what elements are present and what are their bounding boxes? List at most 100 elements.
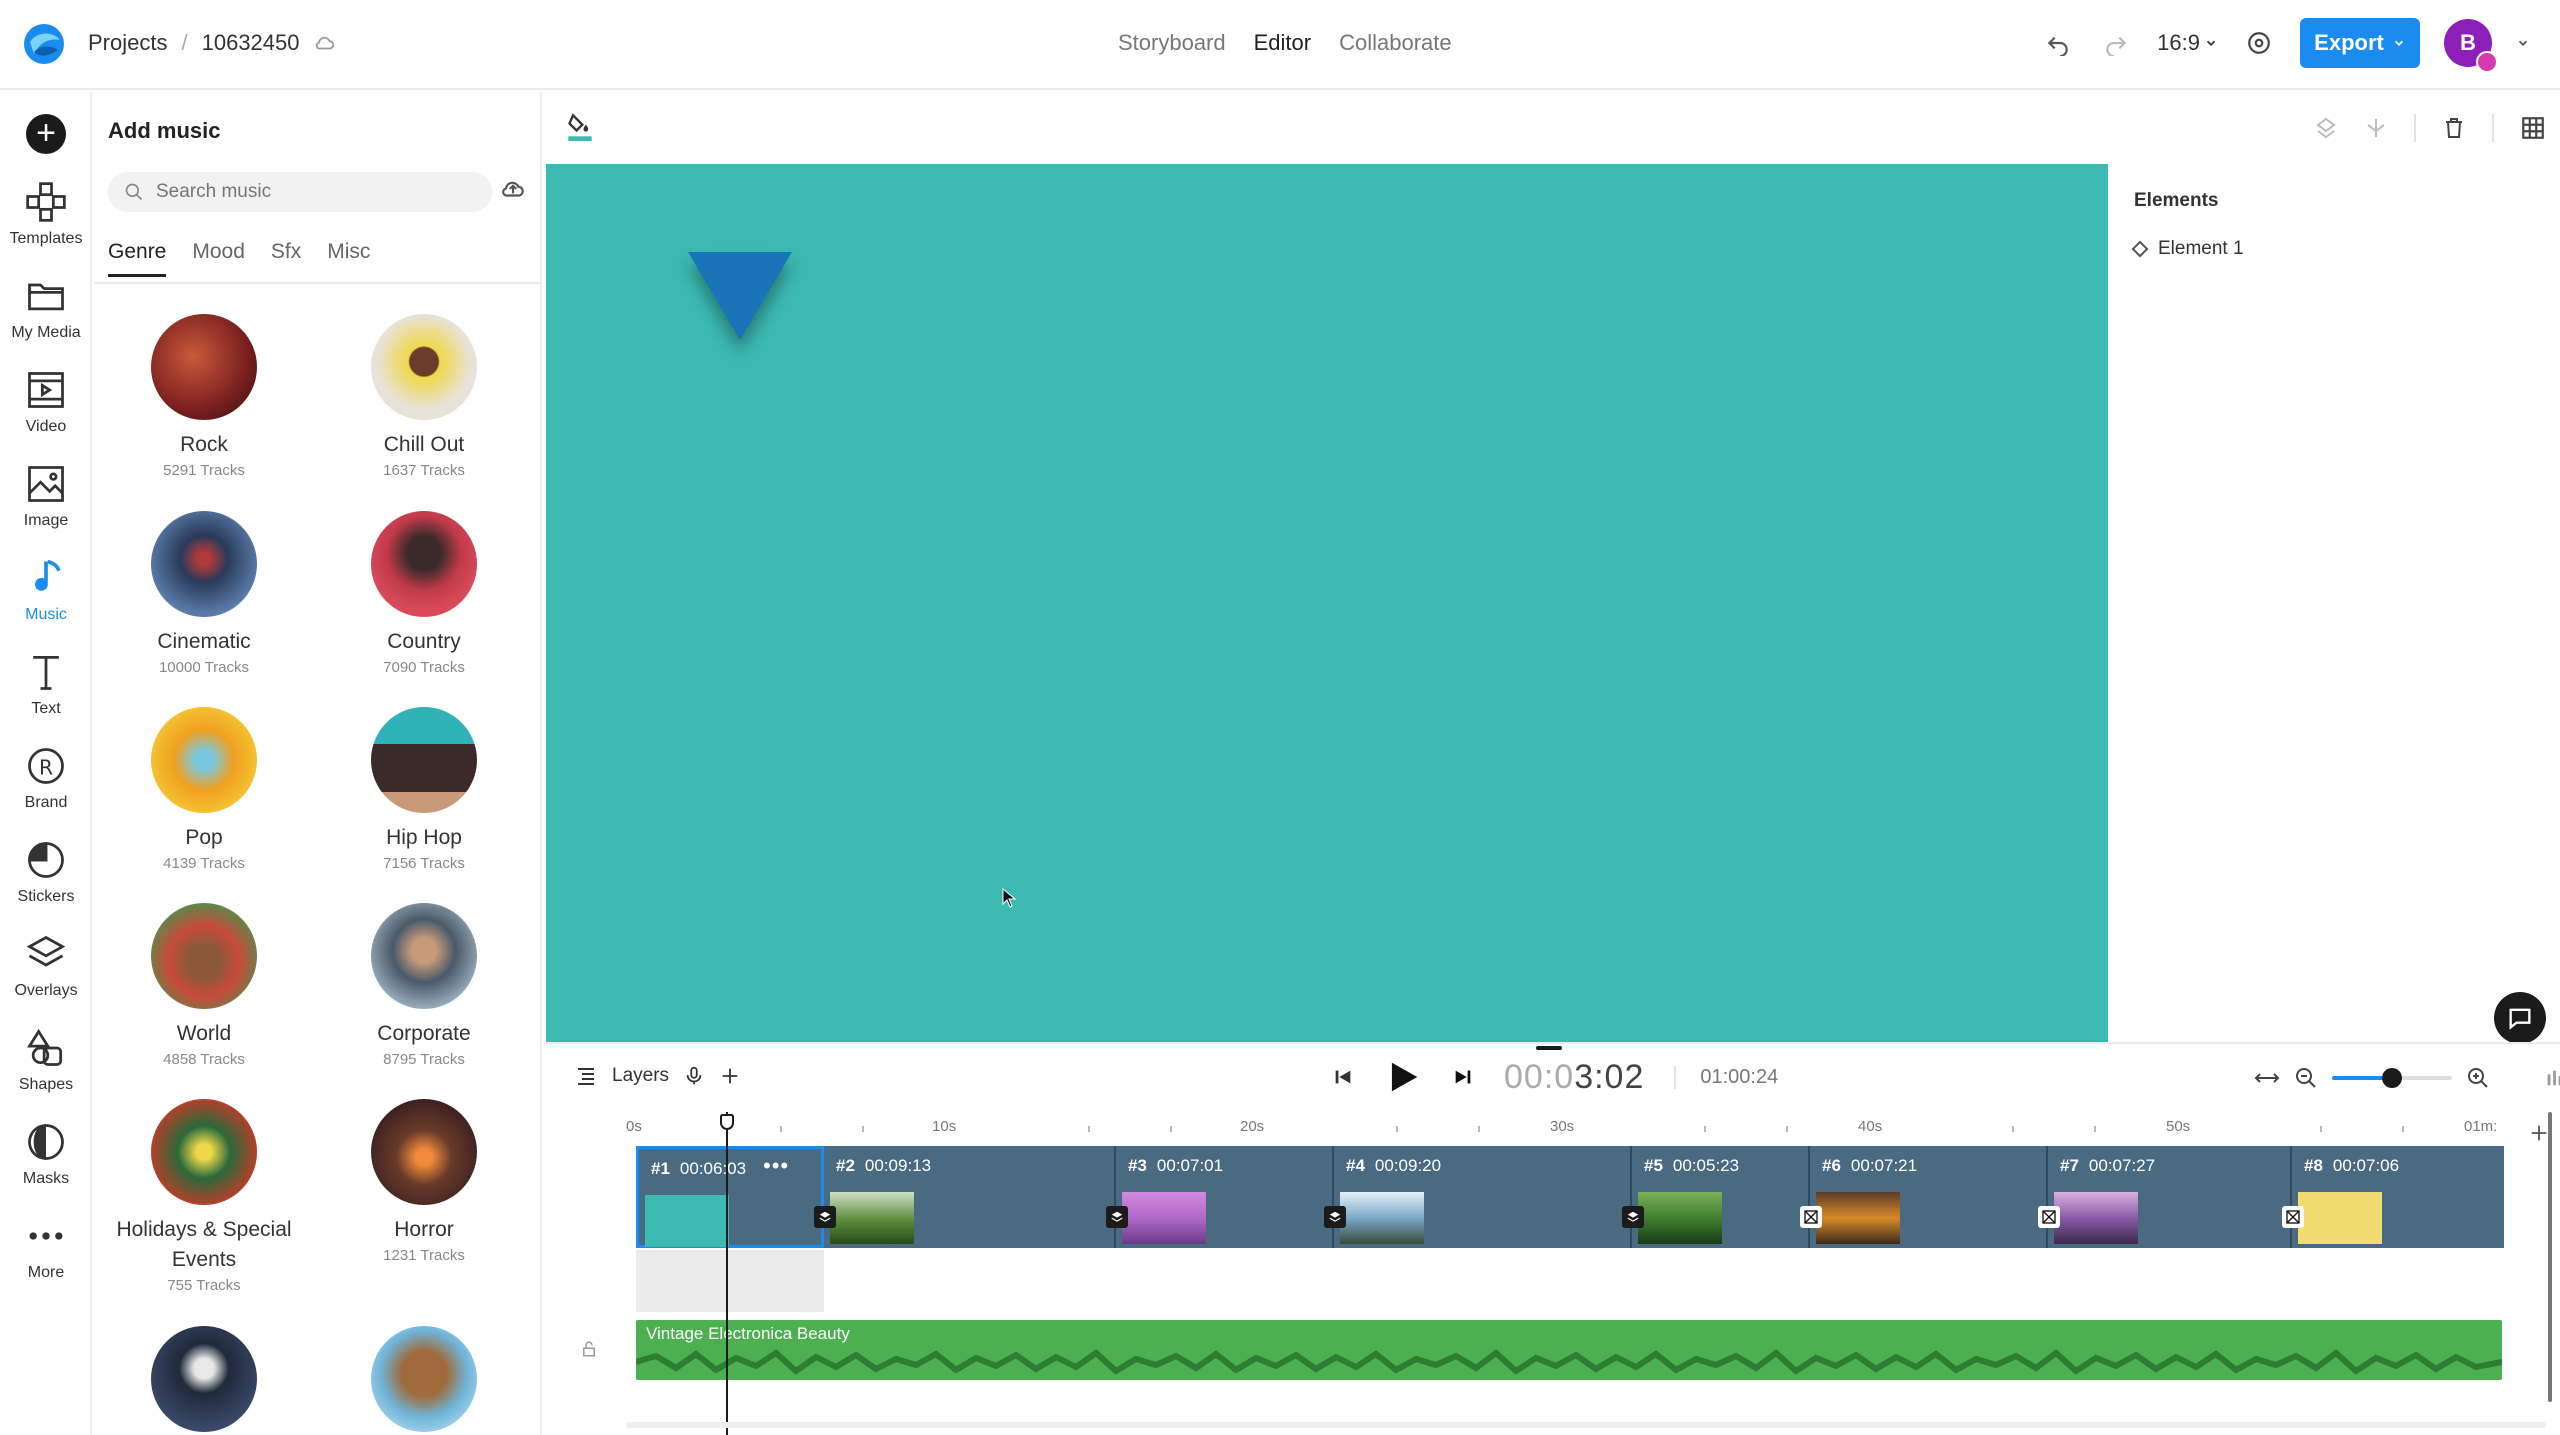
genre-name: Horror [394,1218,454,1241]
mode-storyboard[interactable]: Storyboard [1118,30,1226,56]
playhead[interactable] [726,1112,728,1435]
genre-card-pop[interactable]: Pop 4139 Tracks [94,707,314,872]
genre-card-horror[interactable]: Horror 1231 Tracks [314,1099,534,1264]
genre-count: 755 Tracks [167,1277,241,1294]
rail-more[interactable]: More [0,1214,92,1282]
transition-icon[interactable] [814,1206,836,1228]
add-track-icon[interactable] [2528,1122,2550,1144]
chevron-down-icon[interactable] [2516,36,2530,50]
rail-label: Music [25,606,67,623]
rail-video[interactable]: Video [0,368,92,436]
app-logo[interactable] [20,20,68,68]
zoom-in-icon[interactable] [2466,1066,2490,1090]
genre-card-hip-hop[interactable]: Hip Hop 7156 Tracks [314,707,534,872]
upload-cloud-icon[interactable] [500,176,526,202]
tab-mood[interactable]: Mood [192,240,245,277]
scene-clip[interactable]: #7 00:07:27 [2048,1146,2292,1248]
resize-handle[interactable] [1536,1046,1562,1050]
fit-width-icon[interactable] [2254,1067,2280,1089]
skip-back-icon[interactable] [1332,1066,1354,1088]
triangle-shape[interactable] [688,252,792,340]
genre-card-chill-out[interactable]: Chill Out 1637 Tracks [314,314,534,479]
scene-clip[interactable]: #2 00:09:13 [824,1146,1116,1248]
zoom-slider-knob[interactable] [2382,1068,2402,1088]
chat-button[interactable] [2494,992,2546,1044]
element-list-item[interactable]: Element 1 [2131,238,2244,260]
genre-count: 8795 Tracks [383,1051,465,1068]
tab-sfx[interactable]: Sfx [271,240,301,277]
no-transition-icon[interactable] [1800,1206,1822,1228]
rail-music[interactable]: Music [0,556,92,624]
settings-button[interactable] [2242,26,2276,60]
zoom-slider[interactable] [2332,1068,2452,1088]
rail-text[interactable]: Text [0,650,92,718]
bring-forward-icon[interactable] [2314,116,2338,140]
ruler-tick [1478,1126,1480,1132]
genre-card-corporate[interactable]: Corporate 8795 Tracks [314,903,534,1068]
trash-icon[interactable] [2442,116,2466,140]
no-transition-icon[interactable] [2038,1206,2060,1228]
unlock-icon[interactable] [580,1340,598,1358]
zoom-out-icon[interactable] [2294,1066,2318,1090]
scene-thumbnail [1638,1192,1722,1244]
genre-card-holidays[interactable]: Holidays & Special Events 755 Tracks [94,1099,314,1294]
rail-templates[interactable]: Templates [0,180,92,248]
add-layer-icon[interactable] [719,1065,741,1087]
project-name[interactable]: 10632450 [202,30,300,56]
rail-shapes[interactable]: Shapes [0,1026,92,1094]
time-ruler[interactable]: 0s 10s 20s 30s 40s 50s 01m: [626,1118,2506,1142]
scene-clip[interactable]: #5 00:05:23 [1632,1146,1810,1248]
mode-editor[interactable]: Editor [1254,30,1311,56]
rail-overlays[interactable]: Overlays [0,932,92,1000]
layers-label[interactable]: Layers [612,1065,669,1087]
playhead-handle[interactable] [720,1114,734,1130]
genre-thumbnail [151,707,257,813]
export-button[interactable]: Export [2300,18,2420,68]
genre-card-rock[interactable]: Rock 5291 Tracks [94,314,314,479]
vertical-scrollbar[interactable] [2548,1112,2552,1402]
genre-card-world[interactable]: World 4858 Tracks [94,903,314,1068]
genre-thumbnail [151,1326,257,1432]
audio-levels-icon[interactable] [2544,1067,2560,1089]
rail-my-media[interactable]: My Media [0,274,92,342]
rail-brand[interactable]: R Brand [0,744,92,812]
send-backward-icon[interactable] [2364,116,2388,140]
microphone-icon[interactable] [683,1065,705,1087]
add-button[interactable]: + [26,114,66,154]
redo-button[interactable] [2099,26,2133,60]
scene-clip[interactable]: #8 00:07:06 [2292,1146,2504,1248]
genre-card-country[interactable]: Country 7090 Tracks [314,511,534,676]
play-icon[interactable] [1384,1056,1422,1098]
grid-icon[interactable] [2520,115,2546,141]
genre-card-cinematic[interactable]: Cinematic 10000 Tracks [94,511,314,676]
genre-card-jazz[interactable] [94,1326,314,1432]
transition-icon[interactable] [1106,1206,1128,1228]
horizontal-scrollbar[interactable] [626,1422,2546,1428]
search-input[interactable] [156,181,456,203]
scene-clip[interactable]: #6 00:07:21 [1810,1146,2048,1248]
rail-masks[interactable]: Masks [0,1120,92,1188]
aspect-ratio-dropdown[interactable]: 16:9 [2157,30,2218,56]
skip-forward-icon[interactable] [1452,1066,1474,1088]
scene-more-icon[interactable]: ••• [763,1153,789,1179]
scene-label: #1 00:06:03 [651,1159,746,1179]
no-transition-icon[interactable] [2282,1206,2304,1228]
transition-icon[interactable] [1622,1206,1644,1228]
rail-stickers[interactable]: Stickers [0,838,92,906]
undo-button[interactable] [2041,26,2075,60]
tab-misc[interactable]: Misc [327,240,370,277]
breadcrumb-projects[interactable]: Projects [88,30,167,56]
scene-clip[interactable]: #4 00:09:20 [1334,1146,1632,1248]
genre-card-kids[interactable] [314,1326,534,1432]
user-avatar[interactable]: B [2444,19,2498,73]
fill-color-icon[interactable] [566,110,594,144]
stage-canvas[interactable] [546,164,2108,1042]
scene-clip[interactable]: #3 00:07:01 [1116,1146,1334,1248]
transition-icon[interactable] [1324,1206,1346,1228]
mode-collaborate[interactable]: Collaborate [1339,30,1452,56]
audio-track-clip[interactable]: Vintage Electronica Beauty [636,1320,2502,1380]
genre-name: Chill Out [383,433,465,456]
rail-image[interactable]: Image [0,462,92,530]
scene-clip[interactable]: #1 00:06:03 ••• [636,1146,824,1248]
tab-genre[interactable]: Genre [108,240,167,277]
